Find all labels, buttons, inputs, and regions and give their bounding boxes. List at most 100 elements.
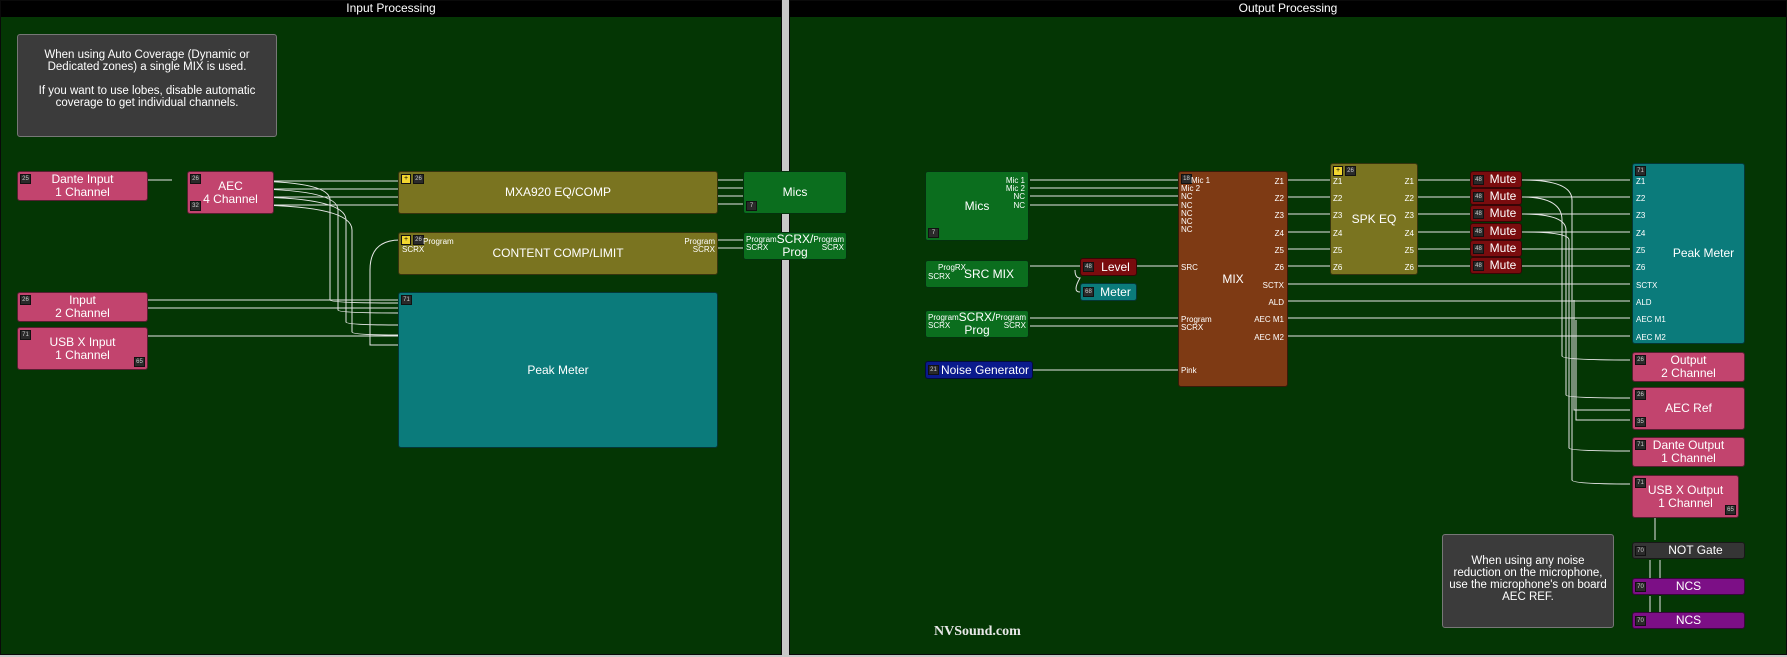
peak-port-z5: Z5 [1636, 246, 1646, 255]
block-tag-icon: 21 [928, 365, 939, 375]
noise-generator-block[interactable]: Noise Generator 21 [925, 361, 1033, 379]
block-tag-icon: 48 [1083, 262, 1094, 272]
usb-x-input-block[interactable]: USB X Input 1 Channel 71 65 [17, 327, 148, 370]
mix-label: MIX [1222, 271, 1244, 286]
mute-block-4[interactable]: 48 Mute [1470, 223, 1522, 240]
dante-input-subtitle: 1 Channel [55, 185, 110, 199]
input-2ch-block[interactable]: Input 2 Channel 26 [17, 292, 148, 322]
block-tag-icon: 70 [1635, 582, 1646, 592]
spk-eq-block[interactable]: SPK EQ + 26 Z1 Z2 Z3 Z4 Z5 Z6 Z1 Z2 Z3 Z… [1330, 163, 1418, 275]
src-mix-block[interactable]: SRC MIX ProgRX SCRX [925, 260, 1029, 288]
spk-eq-out-z3: Z3 [1404, 211, 1414, 220]
mics-block-input[interactable]: Mics 7 [743, 171, 847, 214]
mix-out-z2: Z2 [1274, 194, 1284, 203]
spk-eq-in-z1: Z1 [1333, 177, 1343, 186]
aec-title: AEC [218, 178, 243, 193]
block-tag-icon: 70 [1635, 616, 1646, 626]
content-in-scrx: SCRX [402, 245, 425, 254]
noise-reduction-note-text: When using any noise reduction on the mi… [1449, 555, 1607, 603]
spk-eq-out-z4: Z4 [1404, 229, 1414, 238]
brand-watermark: NVSound.com [934, 624, 1021, 639]
block-tag-icon: 71 [1635, 166, 1646, 176]
scrx-prog-block-input[interactable]: SCRX/ Prog Program SCRX Program SCRX [743, 232, 847, 260]
mute-block-5[interactable]: 48 Mute [1470, 240, 1522, 257]
spk-eq-label: SPK EQ [1351, 211, 1397, 226]
block-tag-icon: 71 [401, 295, 412, 305]
level-block[interactable]: Level 48 [1080, 258, 1137, 276]
mics-label: Mics [782, 185, 808, 199]
peak-port-aec-m1: AEC M1 [1636, 315, 1666, 324]
content-in-program: Program [423, 237, 454, 246]
usb-x-output-block[interactable]: USB X Output 1 Channel 71 65 [1632, 475, 1739, 518]
meter-block[interactable]: Meter 68 [1080, 283, 1137, 301]
peak-meter-output-label: Peak Meter [1672, 246, 1735, 260]
ncs-block-2[interactable]: NCS 70 [1632, 612, 1745, 629]
mics-block-output[interactable]: Mics Mic 1 Mic 2 NC NC 7 [925, 171, 1029, 241]
block-tag-icon: 48 [1473, 192, 1484, 202]
mix-out-aec-m2: AEC M2 [1254, 333, 1284, 342]
ncs-label-1: NCS [1675, 579, 1702, 593]
peak-port-z2: Z2 [1636, 194, 1646, 203]
block-tag-icon: 48 [1473, 227, 1484, 237]
spk-eq-in-z2: Z2 [1333, 194, 1343, 203]
content-comp-limit-block[interactable]: CONTENT COMP/LIMIT + 26 Program SCRX Pro… [398, 232, 718, 275]
ncs-block-1[interactable]: NCS 70 [1632, 578, 1745, 595]
dante-output-subtitle: 1 Channel [1661, 451, 1716, 465]
block-tag-icon: 7 [746, 201, 757, 211]
block-tag-icon: 35 [1635, 417, 1646, 427]
mix-in-pink: Pink [1181, 366, 1197, 375]
block-tag-icon: 65 [134, 357, 145, 367]
peak-port-z1: Z1 [1636, 177, 1646, 186]
block-tag-icon: 32 [190, 201, 201, 211]
lock-icon: + [1333, 166, 1343, 176]
aec-block[interactable]: AEC 4 Channel 26 32 [187, 171, 274, 214]
mix-out-ald: ALD [1268, 298, 1284, 307]
peak-meter-block-output[interactable]: Peak Meter 71 Z1 Z2 Z3 Z4 Z5 Z6 SCTX ALD… [1632, 163, 1745, 344]
mute-block-1[interactable]: 48 Mute [1470, 171, 1522, 188]
scrx-in-scrx: SCRX [746, 243, 769, 252]
block-tag-icon: 48 [1473, 261, 1484, 271]
block-tag-icon: 7 [928, 228, 939, 238]
content-comp-limit-label: CONTENT COMP/LIMIT [492, 246, 624, 260]
spk-eq-out-z5: Z5 [1404, 246, 1414, 255]
mxa920-eq-comp-block[interactable]: MXA920 EQ/COMP + 26 [398, 171, 718, 214]
spk-eq-out-z6: Z6 [1404, 263, 1414, 272]
mute-block-2[interactable]: 48 Mute [1470, 188, 1522, 205]
mics-port-3: NC [1013, 192, 1025, 201]
block-tag-icon: 48 [1473, 209, 1484, 219]
mute-block-3[interactable]: 48 Mute [1470, 205, 1522, 222]
src-mix-in-progrx: ProgRX [938, 263, 967, 272]
mute-block-6[interactable]: 48 Mute [1470, 257, 1522, 274]
output-2ch-subtitle: 2 Channel [1661, 366, 1716, 380]
note-line-1: When using Auto Coverage (Dynamic or Ded… [44, 49, 250, 73]
peak-meter-block-input[interactable]: Peak Meter 71 [398, 292, 718, 448]
mix-out-z1: Z1 [1274, 177, 1284, 186]
noise-generator-label: Noise Generator [940, 362, 1030, 377]
spk-eq-out-z1: Z1 [1404, 177, 1414, 186]
peak-port-z3: Z3 [1636, 211, 1646, 220]
block-tag-icon: 48 [1473, 244, 1484, 254]
mix-in-3: NC [1181, 192, 1193, 201]
lock-icon: + [401, 174, 411, 184]
content-out-scrx: SCRX [692, 245, 715, 254]
not-gate-label: NOT Gate [1668, 543, 1723, 557]
mics-output-label: Mics [964, 198, 990, 213]
aec-ref-block[interactable]: AEC Ref 26 35 [1632, 387, 1745, 430]
peak-meter-label: Peak Meter [527, 362, 589, 377]
auto-coverage-note: When using Auto Coverage (Dynamic or Ded… [17, 34, 277, 137]
block-tag-icon: 25 [20, 174, 31, 184]
mix-block[interactable]: MIX 18 Mic 1 Mic 2 NC NC NC NC NC SRC Pr… [1178, 171, 1288, 387]
src-mix-in-scrx: SCRX [928, 272, 951, 281]
usb-x-input-subtitle: 1 Channel [55, 347, 110, 362]
usb-x-input-title: USB X Input [49, 334, 116, 349]
scrx-out-scrx: SCRX [821, 243, 844, 252]
dante-output-block[interactable]: Dante Output 1 Channel 71 [1632, 437, 1745, 467]
scrx-prog-block-output[interactable]: SCRX/ Prog Program SCRX Program SCRX [925, 310, 1029, 338]
mix-out-z6: Z6 [1274, 263, 1284, 272]
output-2ch-block[interactable]: Output 2 Channel 26 [1632, 352, 1745, 382]
spk-eq-in-z3: Z3 [1333, 211, 1343, 220]
peak-port-z6: Z6 [1636, 263, 1646, 272]
block-tag-icon: 26 [1635, 355, 1646, 365]
not-gate-block[interactable]: NOT Gate 70 [1632, 542, 1745, 559]
dante-input-block[interactable]: Dante Input 1 Channel 25 [17, 171, 148, 201]
